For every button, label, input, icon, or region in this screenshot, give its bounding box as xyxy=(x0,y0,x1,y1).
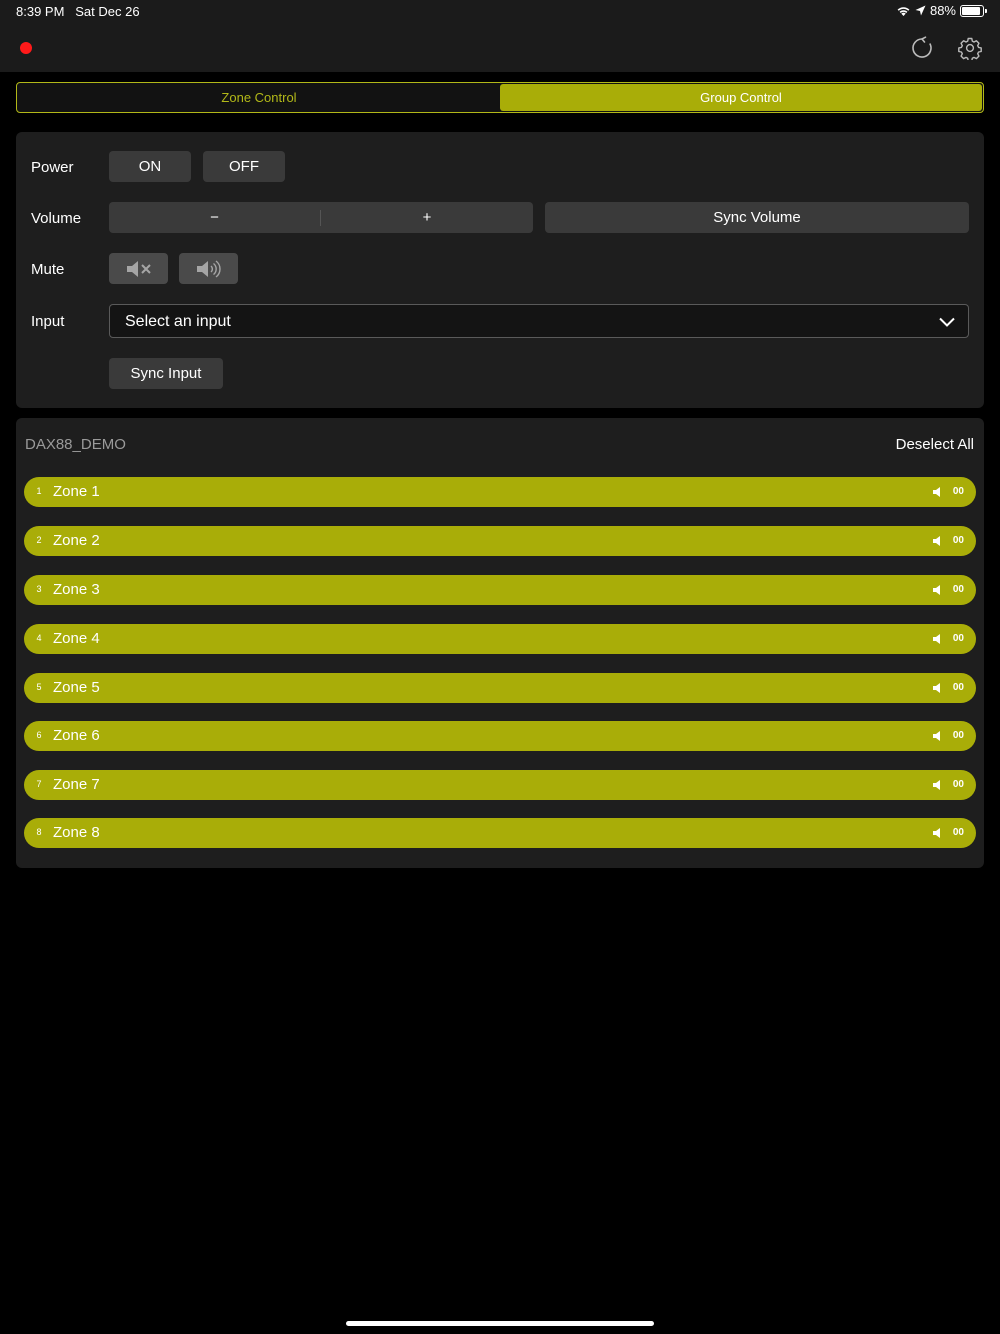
speaker-muted-icon xyxy=(126,260,151,277)
mute-label: Mute xyxy=(31,261,65,278)
sync-volume-button[interactable]: Sync Volume xyxy=(545,202,969,233)
chevron-down-icon xyxy=(939,317,955,327)
zone-row[interactable]: 8 Zone 8 00 xyxy=(24,818,976,848)
zone-volume: 00 xyxy=(952,827,964,838)
tab-zone-control[interactable]: Zone Control xyxy=(18,84,500,111)
input-select[interactable]: Select an input xyxy=(109,304,969,338)
zone-number: 6 xyxy=(36,730,42,740)
deselect-all-button[interactable]: Deselect All xyxy=(896,436,974,453)
zone-volume: 00 xyxy=(952,633,964,644)
home-indicator[interactable] xyxy=(346,1321,654,1326)
zone-row[interactable]: 2 Zone 2 00 xyxy=(24,526,976,556)
speaker-icon xyxy=(933,780,940,790)
group-controls-card: Power ON OFF Volume − + Sync Volume Mute… xyxy=(16,132,984,408)
mute-off-button[interactable] xyxy=(179,253,238,284)
battery-icon xyxy=(960,4,987,17)
zone-row[interactable]: 6 Zone 6 00 xyxy=(24,721,976,751)
zone-number: 5 xyxy=(36,682,42,692)
battery-percent: 88% xyxy=(929,3,956,18)
nav-bar xyxy=(0,24,1000,72)
zone-number: 1 xyxy=(36,486,42,496)
volume-up-button[interactable]: + xyxy=(321,202,533,233)
volume-label: Volume xyxy=(31,210,82,227)
zone-name: Zone 8 xyxy=(53,824,100,841)
refresh-icon[interactable] xyxy=(910,36,934,60)
speaker-icon xyxy=(933,536,940,546)
zone-row[interactable]: 5 Zone 5 00 xyxy=(24,673,976,703)
input-label: Input xyxy=(31,313,65,330)
zones-card: DAX88_DEMO Deselect All 1 Zone 1 00 2 Zo… xyxy=(16,418,984,868)
sync-input-button[interactable]: Sync Input xyxy=(109,358,223,389)
wifi-icon xyxy=(897,6,910,16)
zone-row[interactable]: 4 Zone 4 00 xyxy=(24,624,976,654)
zone-name: Zone 2 xyxy=(53,532,100,549)
speaker-icon xyxy=(933,487,940,497)
zone-number: 7 xyxy=(36,779,42,789)
zone-name: Zone 7 xyxy=(53,776,100,793)
zone-number: 4 xyxy=(36,633,42,643)
zone-row[interactable]: 7 Zone 7 00 xyxy=(24,770,976,800)
battery-tip xyxy=(985,8,987,13)
zone-volume: 00 xyxy=(952,730,964,741)
gear-icon[interactable] xyxy=(958,36,982,60)
zone-name: Zone 4 xyxy=(53,630,100,647)
status-clock: 8:39 PM xyxy=(16,4,65,19)
status-time: 8:39 PM Sat Dec 26 xyxy=(16,4,140,19)
speaker-icon xyxy=(933,585,940,595)
volume-down-button[interactable]: − xyxy=(109,202,320,233)
power-off-button[interactable]: OFF xyxy=(203,151,285,182)
tab-group-control[interactable]: Group Control xyxy=(500,84,982,111)
speaker-icon xyxy=(933,828,940,838)
system-name: DAX88_DEMO xyxy=(25,436,126,453)
status-date: Sat Dec 26 xyxy=(75,4,140,19)
zone-name: Zone 3 xyxy=(53,581,100,598)
location-arrow-icon xyxy=(915,5,926,16)
connection-status-dot xyxy=(20,42,32,54)
zone-volume: 00 xyxy=(952,779,964,790)
zone-row[interactable]: 3 Zone 3 00 xyxy=(24,575,976,605)
status-indicators: 88% xyxy=(896,3,987,18)
power-label: Power xyxy=(31,159,74,176)
zone-row[interactable]: 1 Zone 1 00 xyxy=(24,477,976,507)
zone-volume: 00 xyxy=(952,535,964,546)
speaker-icon xyxy=(933,634,940,644)
zone-number: 3 xyxy=(36,584,42,594)
power-on-button[interactable]: ON xyxy=(109,151,191,182)
status-bar: 8:39 PM Sat Dec 26 88% xyxy=(0,0,1000,24)
zone-name: Zone 5 xyxy=(53,679,100,696)
input-select-value: Select an input xyxy=(125,313,231,330)
volume-stepper: − + xyxy=(109,202,533,233)
zone-number: 8 xyxy=(36,827,42,837)
zone-volume: 00 xyxy=(952,486,964,497)
speaker-sound-icon xyxy=(196,259,221,278)
zone-name: Zone 6 xyxy=(53,727,100,744)
battery-fill xyxy=(962,6,980,15)
zone-volume: 00 xyxy=(952,584,964,595)
zone-volume: 00 xyxy=(952,682,964,693)
speaker-icon xyxy=(933,683,940,693)
zone-name: Zone 1 xyxy=(53,483,100,500)
speaker-icon xyxy=(933,731,940,741)
zone-number: 2 xyxy=(36,535,42,545)
mute-on-button[interactable] xyxy=(109,253,168,284)
control-mode-tabs: Zone Control Group Control xyxy=(16,82,984,113)
